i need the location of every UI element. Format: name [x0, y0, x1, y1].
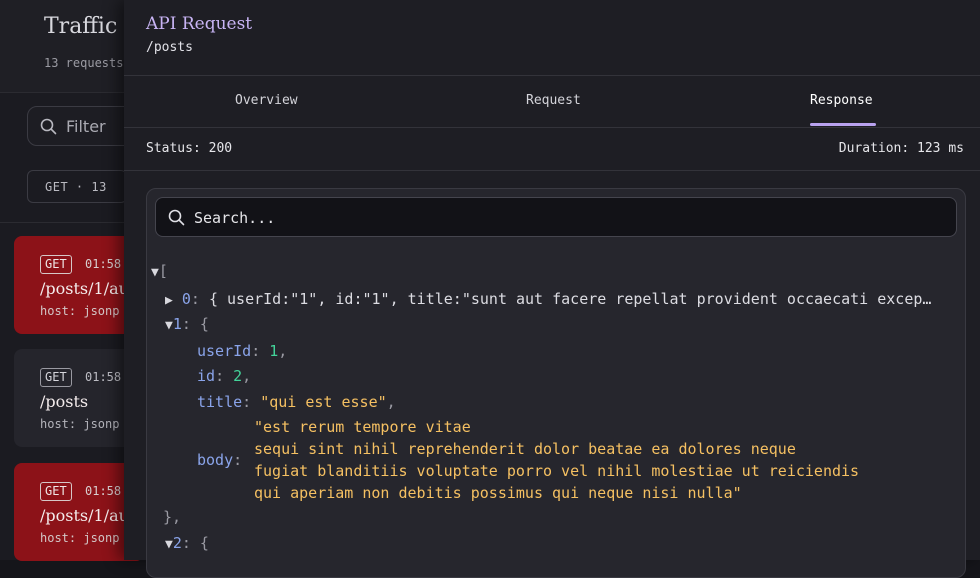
- json-body-line: qui aperiam non debitis possimus qui neq…: [254, 484, 742, 502]
- json-field-title: title: "qui est esse",: [197, 393, 396, 411]
- request-time: 01:58: [85, 484, 122, 498]
- search-icon: [168, 209, 185, 230]
- json-item-2: ▼2: {: [165, 534, 209, 552]
- request-path: /posts/1/au: [40, 279, 129, 298]
- tab-overview[interactable]: Overview: [235, 93, 298, 108]
- collapse-toggle-icon[interactable]: ▼: [165, 318, 173, 333]
- json-item-1: ▼1: {: [165, 315, 209, 333]
- json-item-1-close: },: [163, 508, 182, 526]
- drawer-path: /posts: [146, 40, 193, 55]
- request-count: 13 requests: [44, 56, 124, 70]
- request-time: 01:58: [85, 370, 122, 384]
- expand-toggle-icon[interactable]: ▶: [165, 293, 173, 308]
- status-code: Status: 200: [146, 141, 233, 156]
- request-time: 01:58: [85, 257, 122, 271]
- tab-response[interactable]: Response: [810, 93, 873, 108]
- traffic-title: Traffic: [44, 14, 118, 39]
- divider: [0, 222, 130, 223]
- json-body-line: sequi sint nihil reprehenderit dolor bea…: [254, 440, 796, 458]
- request-host: host: jsonp: [40, 531, 120, 545]
- request-path: /posts/1/au: [40, 506, 129, 525]
- json-field-body-key: body:: [197, 451, 243, 469]
- traffic-header: Traffic 13 requests: [0, 0, 130, 93]
- response-viewer: ▼[ ▶ 0: { userId:"1", id:"1", title:"sun…: [146, 188, 966, 578]
- search-icon: [40, 118, 57, 139]
- request-host: host: jsonp: [40, 417, 120, 431]
- search-input[interactable]: [192, 205, 936, 231]
- json-root-line: ▼[: [151, 262, 168, 280]
- method-filter-chip[interactable]: GET · 13: [27, 170, 127, 203]
- method-badge: GET: [40, 255, 72, 274]
- json-body-line: "est rerum tempore vitae: [254, 418, 471, 436]
- request-host: host: jsonp: [40, 304, 120, 318]
- collapse-toggle-icon[interactable]: ▼: [151, 265, 159, 280]
- method-badge: GET: [40, 482, 72, 501]
- status-bar: Status: 200 Duration: 123 ms: [124, 128, 980, 171]
- method-badge: GET: [40, 368, 72, 387]
- drawer-title: API Request: [146, 14, 253, 34]
- duration: Duration: 123 ms: [838, 141, 964, 156]
- json-body-line: fugiat blanditiis voluptate porro vel ni…: [254, 462, 860, 480]
- json-item-0: ▶ 0: { userId:"1", id:"1", title:"sunt a…: [165, 290, 932, 308]
- method-chip-label: GET · 13: [45, 180, 107, 194]
- json-field-id: id: 2,: [197, 367, 252, 385]
- json-field-userid: userId: 1,: [197, 342, 288, 360]
- collapse-toggle-icon[interactable]: ▼: [165, 537, 173, 552]
- api-request-drawer: API Request /posts Overview Request Resp…: [124, 0, 980, 578]
- active-tab-indicator: [810, 123, 876, 126]
- tab-request[interactable]: Request: [526, 93, 581, 108]
- drawer-header: API Request /posts: [124, 0, 980, 76]
- filter-placeholder: Filter: [66, 117, 106, 136]
- tab-bar: Overview Request Response: [124, 75, 980, 128]
- request-path: /posts: [40, 392, 89, 411]
- response-search[interactable]: [155, 197, 957, 237]
